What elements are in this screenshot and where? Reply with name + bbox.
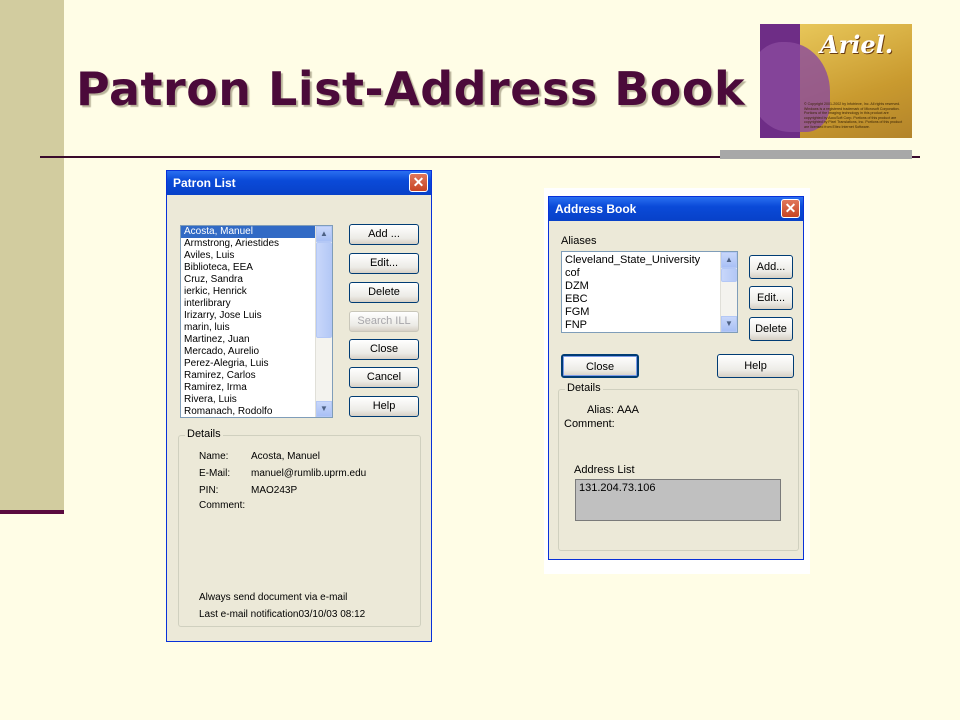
address-list-label: Address List: [574, 464, 635, 476]
pin-label: PIN:: [199, 485, 219, 496]
patron-list-item[interactable]: Perez-Alegria, Luis: [181, 358, 332, 370]
last-notification-text: Last e-mail notification03/10/03 08:12: [199, 609, 366, 620]
logo-fine-print: © Copyright 2001-2002 by Infotrieve, Inc…: [804, 102, 903, 129]
left-accent-rule: [0, 510, 64, 514]
left-accent-bar: [0, 0, 64, 512]
slide-title: Patron List-Address Book: [76, 62, 746, 116]
patron-list-close-icon[interactable]: ✕: [409, 173, 428, 192]
patron-list-item[interactable]: marin, luis: [181, 322, 332, 334]
name-label: Name:: [199, 451, 229, 462]
edit-patron-button[interactable]: Edit...: [349, 253, 419, 274]
patron-list-item[interactable]: Ramirez, Irma: [181, 382, 332, 394]
close-button[interactable]: Close: [349, 339, 419, 360]
patron-list-titlebar: Patron List ✕: [167, 171, 431, 195]
patron-list-item[interactable]: Mercado, Aurelio: [181, 346, 332, 358]
scroll-down-icon[interactable]: ▼: [316, 401, 332, 417]
details-label: Details: [185, 428, 223, 440]
address-list-box[interactable]: 131.204.73.106: [575, 479, 781, 521]
scroll-up-icon[interactable]: ▲: [721, 252, 737, 268]
alias-list-item[interactable]: FNP: [562, 319, 737, 332]
name-value: Acosta, Manuel: [251, 451, 320, 462]
add-alias-button[interactable]: Add...: [749, 255, 793, 279]
scroll-down-icon[interactable]: ▼: [721, 316, 737, 332]
patron-list-item[interactable]: Armstrong, Ariestides: [181, 238, 332, 250]
patron-details-group: Details Name: Acosta, Manuel E-Mail: man…: [178, 428, 421, 627]
alias-list-item[interactable]: cof: [562, 267, 737, 280]
address-book-title: Address Book: [555, 202, 637, 216]
patron-list-window: Patron List ✕ Acosta, Manuel Armstrong, A…: [166, 170, 432, 642]
delete-patron-button[interactable]: Delete: [349, 282, 419, 303]
patron-list-item[interactable]: Aviles, Luis: [181, 250, 332, 262]
address-comment-label: Comment:: [564, 418, 615, 430]
alias-label: Alias:: [587, 404, 614, 416]
title-rule-accent: [720, 150, 912, 159]
address-list-item[interactable]: 131.204.73.106: [579, 482, 655, 494]
alias-list-item[interactable]: Cleveland_State_University: [562, 254, 737, 267]
alias-list-item[interactable]: DZM: [562, 280, 737, 293]
scroll-thumb[interactable]: [316, 242, 332, 338]
patron-list-title: Patron List: [173, 176, 236, 190]
address-book-close-icon[interactable]: ✕: [781, 199, 800, 218]
comment-label: Comment:: [199, 500, 246, 511]
aliases-listbox[interactable]: Cleveland_State_University cof DZM EBC FGM FN…: [561, 251, 738, 333]
patron-list-item[interactable]: Romanach, Rodolfo: [181, 406, 332, 417]
address-help-button[interactable]: Help: [717, 354, 794, 378]
pin-value: MAO243P: [251, 485, 298, 496]
scroll-thumb[interactable]: [721, 268, 737, 282]
address-book-titlebar: Address Book ✕: [549, 197, 803, 221]
address-book-window: Address Book ✕ Aliases Cleveland_State_U…: [548, 196, 804, 560]
patron-list-item[interactable]: Martinez, Juan: [181, 334, 332, 346]
patron-list-item[interactable]: Biblioteca, EEA: [181, 262, 332, 274]
logo-wordmark: Ariel.: [820, 30, 894, 59]
scroll-up-icon[interactable]: ▲: [316, 226, 332, 242]
aliases-scrollbar[interactable]: ▲ ▼: [720, 252, 737, 332]
delete-alias-button[interactable]: Delete: [749, 317, 793, 341]
ariel-logo: Ariel. © Copyright 2001-2002 by Infotrie…: [760, 24, 912, 138]
alias-list-item[interactable]: FGM: [562, 306, 737, 319]
email-value: manuel@rumlib.uprm.edu: [251, 468, 367, 479]
help-button[interactable]: Help: [349, 396, 419, 417]
patron-list-item[interactable]: Cruz, Sandra: [181, 274, 332, 286]
patron-list-item[interactable]: ierkic, Henrick: [181, 286, 332, 298]
email-label: E-Mail:: [199, 468, 231, 479]
search-ill-button[interactable]: Search ILL: [349, 311, 419, 332]
patron-list-item[interactable]: interlibrary: [181, 298, 332, 310]
patron-listbox[interactable]: Acosta, Manuel Armstrong, Ariestides Avile…: [180, 225, 333, 418]
address-details-group: Details Alias: AAA Comment: Address List…: [558, 382, 799, 551]
aliases-label: Aliases: [561, 235, 597, 247]
address-close-button[interactable]: Close: [561, 354, 639, 378]
patron-list-item[interactable]: Ramirez, Carlos: [181, 370, 332, 382]
edit-alias-button[interactable]: Edit...: [749, 286, 793, 310]
always-send-text: Always send document via e-mail: [199, 592, 348, 603]
cancel-button[interactable]: Cancel: [349, 367, 419, 388]
alias-value: AAA: [617, 404, 640, 416]
patron-list-item[interactable]: Acosta, Manuel: [181, 226, 332, 238]
alias-list-item[interactable]: EBC: [562, 293, 737, 306]
add-patron-button[interactable]: Add ...: [349, 224, 419, 245]
patron-list-item[interactable]: Rivera, Luis: [181, 394, 332, 406]
patron-list-scrollbar[interactable]: ▲ ▼: [315, 226, 332, 417]
patron-list-item[interactable]: Irizarry, Jose Luis: [181, 310, 332, 322]
address-details-label: Details: [565, 382, 603, 394]
